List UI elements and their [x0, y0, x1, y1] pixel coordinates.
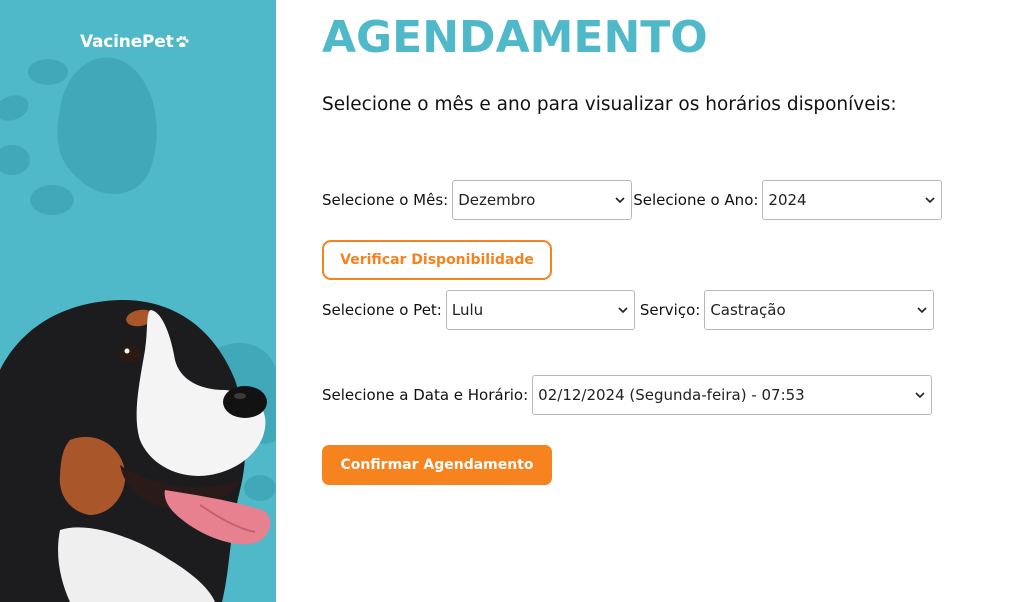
datetime-select[interactable]: 02/12/2024 (Segunda-feira) - 07:53	[532, 375, 933, 415]
service-label: Serviço:	[639, 301, 701, 319]
chevron-down-icon	[618, 307, 628, 314]
brand-name: VacinePet	[80, 32, 174, 52]
month-select[interactable]: Dezembro	[452, 180, 633, 220]
month-year-row: Selecione o Mês: Dezembro Selecione o An…	[322, 180, 943, 220]
datetime-row: Selecione a Data e Horário: 02/12/2024 (…	[322, 375, 933, 415]
pet-select-value: Lulu	[451, 301, 484, 319]
year-select-value: 2024	[768, 191, 807, 209]
brand-logo: VacinePet	[80, 32, 189, 52]
confirm-booking-button[interactable]: Confirmar Agendamento	[322, 445, 552, 485]
service-select[interactable]: Castração	[704, 290, 935, 330]
check-availability-button[interactable]: Verificar Disponibilidade	[322, 240, 552, 280]
service-select-value: Castração	[710, 301, 786, 319]
year-select[interactable]: 2024	[762, 180, 943, 220]
chevron-down-icon	[615, 197, 625, 204]
month-label: Selecione o Mês:	[322, 191, 449, 209]
pet-select[interactable]: Lulu	[445, 290, 635, 330]
page-title: AGENDAMENTO	[322, 12, 708, 63]
page-subtitle: Selecione o mês e ano para visualizar os…	[322, 94, 897, 115]
dog-illustration	[0, 299, 276, 602]
month-select-value: Dezembro	[458, 191, 536, 209]
datetime-select-value: 02/12/2024 (Segunda-feira) - 07:53	[538, 386, 805, 404]
pet-label: Selecione o Pet:	[322, 301, 442, 319]
chevron-down-icon	[917, 307, 927, 314]
chevron-down-icon	[925, 197, 935, 204]
chevron-down-icon	[915, 392, 925, 399]
paw-icon	[175, 36, 189, 48]
datetime-label: Selecione a Data e Horário:	[322, 386, 529, 404]
sidebar-panel: VacinePet	[0, 0, 276, 602]
year-label: Selecione o Ano:	[633, 191, 759, 209]
main-content: AGENDAMENTO Selecione o mês e ano para v…	[322, 0, 1002, 602]
pet-service-row: Selecione o Pet: Lulu Serviço: Castração	[322, 290, 935, 330]
